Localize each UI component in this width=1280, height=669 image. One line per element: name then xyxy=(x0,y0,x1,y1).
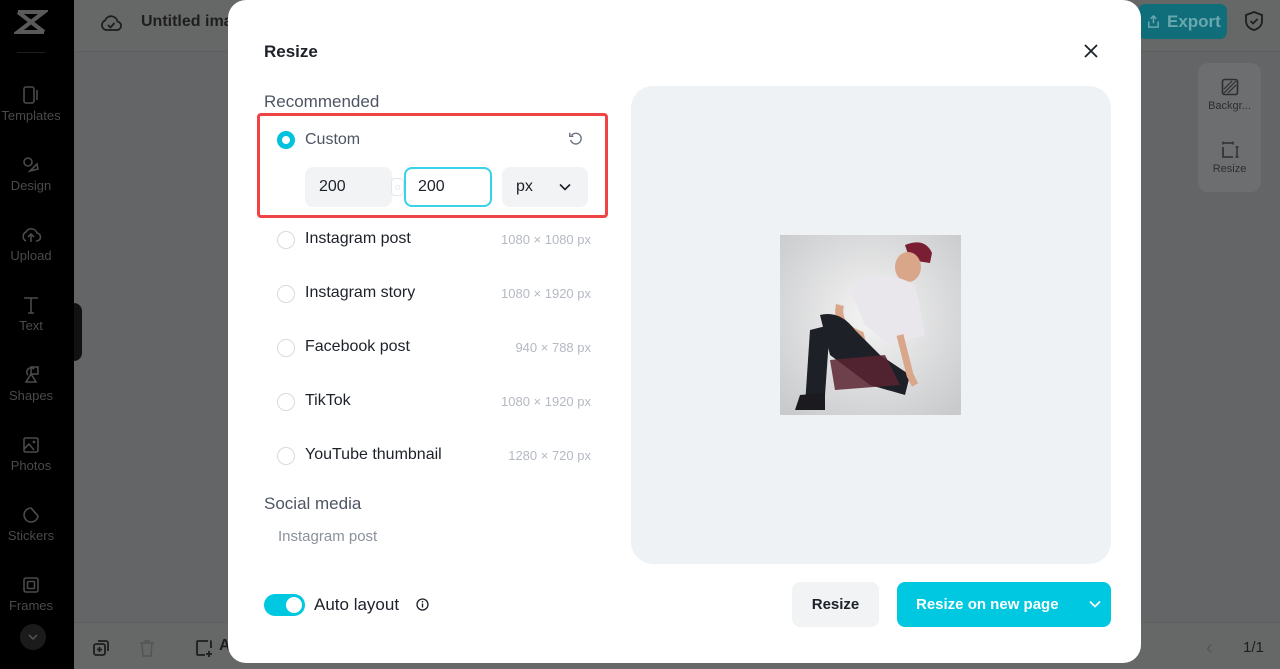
preset-size: 1080 × 1920 px xyxy=(501,394,591,409)
stickers-icon xyxy=(20,504,42,526)
info-icon[interactable] xyxy=(416,598,429,611)
chevron-down-icon[interactable] xyxy=(1088,597,1102,611)
sidebar-item-label: Photos xyxy=(10,458,52,473)
resize-on-new-page-button[interactable]: Resize on new page xyxy=(897,582,1111,627)
sidebar-item-label: Templates xyxy=(1,108,61,123)
page-indicator: 1/1 xyxy=(1243,639,1264,656)
divider xyxy=(17,52,45,53)
recommended-heading: Recommended xyxy=(264,92,380,111)
document-title[interactable]: Untitled ima xyxy=(141,13,233,31)
share-icon xyxy=(1148,14,1159,28)
sidebar-item-label: Stickers xyxy=(7,528,55,543)
width-input[interactable] xyxy=(305,167,392,207)
sidebar-collapse-handle[interactable] xyxy=(74,303,82,361)
preset-instagram-post[interactable]: Instagram post 1080 × 1080 px xyxy=(277,230,591,250)
chevron-left-icon[interactable]: ‹ xyxy=(1206,637,1213,660)
app-window: Templates Design Upload Text Shapes Phot… xyxy=(0,0,1280,669)
auto-layout-toggle[interactable] xyxy=(264,594,305,616)
preset-size: 940 × 788 px xyxy=(515,340,591,355)
preview-image xyxy=(780,235,961,415)
sidebar-item-shapes[interactable]: Shapes xyxy=(0,364,62,403)
resize-dialog: Resize Recommended Custom ◌ px Instagram… xyxy=(228,0,1141,663)
sidebar-item-text[interactable]: Text xyxy=(0,294,62,333)
background-icon xyxy=(1221,78,1238,96)
preset-radio[interactable] xyxy=(277,231,295,249)
preset-instagram-story[interactable]: Instagram story 1080 × 1920 px xyxy=(277,284,591,304)
preset-radio[interactable] xyxy=(277,285,295,303)
sidebar-more-button[interactable] xyxy=(20,624,46,650)
duplicate-page-icon[interactable] xyxy=(91,638,111,658)
aspect-link-icon[interactable]: ◌ xyxy=(391,178,404,196)
preset-facebook-post[interactable]: Facebook post 940 × 788 px xyxy=(277,338,591,358)
preset-label: Instagram story xyxy=(305,284,416,301)
custom-radio[interactable] xyxy=(277,131,295,149)
unit-value: px xyxy=(516,178,533,195)
shapes-icon xyxy=(20,364,42,386)
delete-page-icon[interactable] xyxy=(137,638,157,658)
design-icon xyxy=(20,154,42,176)
sidebar-item-label: Text xyxy=(19,318,43,333)
custom-label: Custom xyxy=(305,131,361,148)
chevron-down-icon xyxy=(559,183,571,191)
preset-size: 1080 × 1080 px xyxy=(501,232,591,247)
sidebar-item-templates[interactable]: Templates xyxy=(0,84,62,123)
tool-label: Backgr... xyxy=(1208,100,1251,112)
toggle-knob xyxy=(286,597,302,613)
sidebar: Templates Design Upload Text Shapes Phot… xyxy=(0,0,74,669)
sidebar-item-design[interactable]: Design xyxy=(0,154,62,193)
preset-tiktok[interactable]: TikTok 1080 × 1920 px xyxy=(277,392,591,412)
tool-resize[interactable]: Resize xyxy=(1198,140,1261,175)
preset-radio[interactable] xyxy=(277,447,295,465)
preset-size: 1280 × 720 px xyxy=(508,448,591,463)
cloud-saved-icon xyxy=(100,12,122,34)
preset-label: Instagram post xyxy=(305,230,411,247)
shield-check-icon[interactable] xyxy=(1243,10,1265,32)
preset-size: 1080 × 1920 px xyxy=(501,286,591,301)
templates-icon xyxy=(20,84,42,106)
preset-radio[interactable] xyxy=(277,393,295,411)
sidebar-item-upload[interactable]: Upload xyxy=(0,224,62,263)
upload-icon xyxy=(20,224,42,246)
preset-radio[interactable] xyxy=(277,339,295,357)
sidebar-item-stickers[interactable]: Stickers xyxy=(0,504,62,543)
dialog-title: Resize xyxy=(264,42,318,61)
add-page-icon[interactable] xyxy=(194,638,214,658)
sidebar-item-label: Upload xyxy=(10,248,52,263)
resize-icon xyxy=(1221,141,1238,158)
sidebar-item-label: Shapes xyxy=(8,388,54,403)
sidebar-item-label: Design xyxy=(10,178,52,193)
sidebar-item-photos[interactable]: Photos xyxy=(0,434,62,473)
export-label: Export xyxy=(1167,11,1221,31)
resize-on-new-page-label: Resize on new page xyxy=(916,596,1059,613)
frames-icon xyxy=(20,574,42,596)
preset-label: TikTok xyxy=(305,392,351,409)
sidebar-item-frames[interactable]: Frames xyxy=(0,574,62,613)
tool-label: Resize xyxy=(1212,163,1247,175)
social-media-item[interactable]: Instagram post xyxy=(278,528,377,545)
sidebar-item-label: Frames xyxy=(8,598,54,613)
preview-panel xyxy=(631,86,1111,564)
capcut-logo-icon[interactable] xyxy=(12,8,50,36)
close-button[interactable] xyxy=(1078,38,1104,64)
social-media-heading: Social media xyxy=(264,494,362,513)
resize-button[interactable]: Resize xyxy=(792,582,879,627)
text-icon xyxy=(20,294,42,316)
height-input[interactable] xyxy=(404,167,492,207)
preset-youtube-thumbnail[interactable]: YouTube thumbnail 1280 × 720 px xyxy=(277,446,591,466)
preset-label: Facebook post xyxy=(305,338,410,355)
chevron-down-icon xyxy=(28,634,38,641)
preset-label: YouTube thumbnail xyxy=(305,446,442,463)
close-icon xyxy=(1084,44,1098,58)
right-tool-panel: Backgr... Resize xyxy=(1198,63,1261,192)
unit-select[interactable]: px xyxy=(502,167,588,207)
photos-icon xyxy=(20,434,42,456)
tool-background[interactable]: Backgr... xyxy=(1198,77,1261,112)
reset-icon[interactable] xyxy=(568,131,586,149)
export-button[interactable]: Export xyxy=(1138,4,1227,39)
auto-layout-label: Auto layout xyxy=(314,595,400,614)
